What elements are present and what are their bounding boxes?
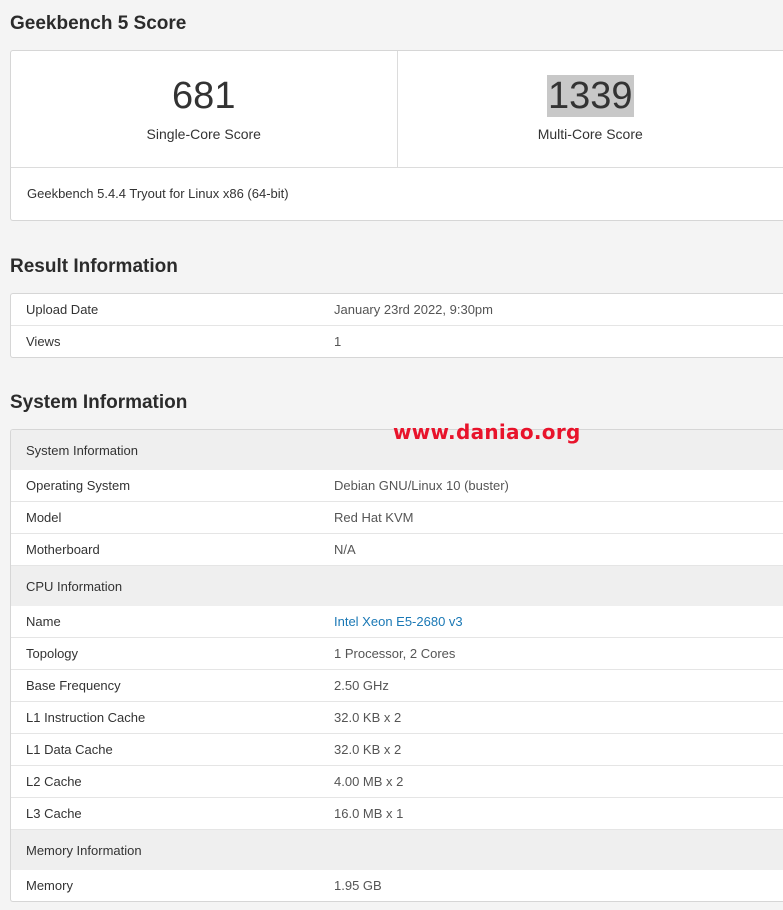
model-value: Red Hat KVM bbox=[319, 501, 783, 534]
table-row: Memory 1.95 GB bbox=[11, 870, 783, 901]
cpu-section-label: CPU Information bbox=[11, 565, 783, 606]
section-header: Memory Information bbox=[11, 829, 783, 870]
multi-core-score[interactable]: 1339 bbox=[546, 75, 634, 117]
table-row: Model Red Hat KVM bbox=[11, 501, 783, 534]
table-row: L2 Cache 4.00 MB x 2 bbox=[11, 765, 783, 798]
single-core-score: 681 bbox=[172, 75, 236, 117]
scores-row: 681 Single-Core Score 1339 Multi-Core Sc… bbox=[11, 51, 783, 168]
table-row: Base Frequency 2.50 GHz bbox=[11, 669, 783, 702]
table-row: Name Intel Xeon E5-2680 v3 bbox=[11, 606, 783, 638]
base-frequency-value: 2.50 GHz bbox=[319, 669, 783, 702]
memory-label: Memory bbox=[26, 878, 73, 893]
table-row: L3 Cache 16.0 MB x 1 bbox=[11, 797, 783, 830]
system-table: System Information Operating System Debi… bbox=[10, 429, 783, 902]
l3-cache-label: L3 Cache bbox=[11, 797, 319, 830]
topology-value: 1 Processor, 2 Cores bbox=[319, 637, 783, 670]
score-card: 681 Single-Core Score 1339 Multi-Core Sc… bbox=[10, 50, 783, 221]
table-row: L1 Instruction Cache 32.0 KB x 2 bbox=[11, 701, 783, 734]
l1i-cache-label: L1 Instruction Cache bbox=[11, 701, 319, 734]
l1i-cache-value: 32.0 KB x 2 bbox=[319, 701, 783, 734]
table-row: Topology 1 Processor, 2 Cores bbox=[11, 637, 783, 670]
score-heading: Geekbench 5 Score bbox=[10, 13, 187, 34]
result-heading: Result Information bbox=[10, 256, 178, 277]
memory-section-label: Memory Information bbox=[11, 829, 783, 870]
table-row: Operating System Debian GNU/Linux 10 (bu… bbox=[11, 470, 783, 502]
single-core-box: 681 Single-Core Score bbox=[11, 51, 397, 167]
table-row: Upload Date January 23rd 2022, 9:30pm bbox=[11, 294, 783, 326]
os-value: Debian GNU/Linux 10 (buster) bbox=[319, 470, 783, 502]
base-frequency-label: Base Frequency bbox=[11, 669, 319, 702]
model-label: Model bbox=[11, 501, 319, 534]
views-value: 1 bbox=[334, 334, 342, 349]
result-table: Upload Date January 23rd 2022, 9:30pm Vi… bbox=[10, 293, 783, 358]
table-row: L1 Data Cache 32.0 KB x 2 bbox=[11, 733, 783, 766]
memory-value: 1.95 GB bbox=[334, 878, 382, 893]
cpu-name-cell: Intel Xeon E5-2680 v3 bbox=[319, 606, 783, 638]
benchmark-version: Geekbench 5.4.4 Tryout for Linux x86 (64… bbox=[27, 186, 289, 201]
watermark-text: www.daniao.org bbox=[393, 420, 581, 444]
multi-core-label: Multi-Core Score bbox=[537, 126, 643, 142]
cpu-name-label: Name bbox=[11, 606, 319, 638]
single-core-label: Single-Core Score bbox=[146, 126, 261, 142]
table-row: Views 1 bbox=[11, 326, 783, 358]
l2-cache-value: 4.00 MB x 2 bbox=[319, 765, 783, 798]
l1d-cache-label: L1 Data Cache bbox=[11, 733, 319, 766]
multi-core-box: 1339 Multi-Core Score bbox=[396, 51, 783, 167]
upload-date-label: Upload Date bbox=[11, 294, 319, 326]
l1d-cache-value: 32.0 KB x 2 bbox=[319, 733, 783, 766]
motherboard-value: N/A bbox=[319, 533, 783, 566]
os-label: Operating System bbox=[11, 470, 319, 502]
table-row: Motherboard N/A bbox=[11, 533, 783, 566]
motherboard-label: Motherboard bbox=[11, 533, 319, 566]
system-heading: System Information bbox=[10, 392, 188, 413]
topology-label: Topology bbox=[11, 637, 319, 670]
section-header: CPU Information bbox=[11, 565, 783, 606]
cpu-name-link[interactable]: Intel Xeon E5-2680 v3 bbox=[334, 614, 463, 629]
l2-cache-label: L2 Cache bbox=[11, 765, 319, 798]
page: Geekbench 5 Score 681 Single-Core Score … bbox=[0, 0, 783, 910]
l3-cache-value: 16.0 MB x 1 bbox=[319, 797, 783, 830]
upload-date-value: January 23rd 2022, 9:30pm bbox=[319, 294, 783, 326]
views-label: Views bbox=[26, 334, 61, 349]
